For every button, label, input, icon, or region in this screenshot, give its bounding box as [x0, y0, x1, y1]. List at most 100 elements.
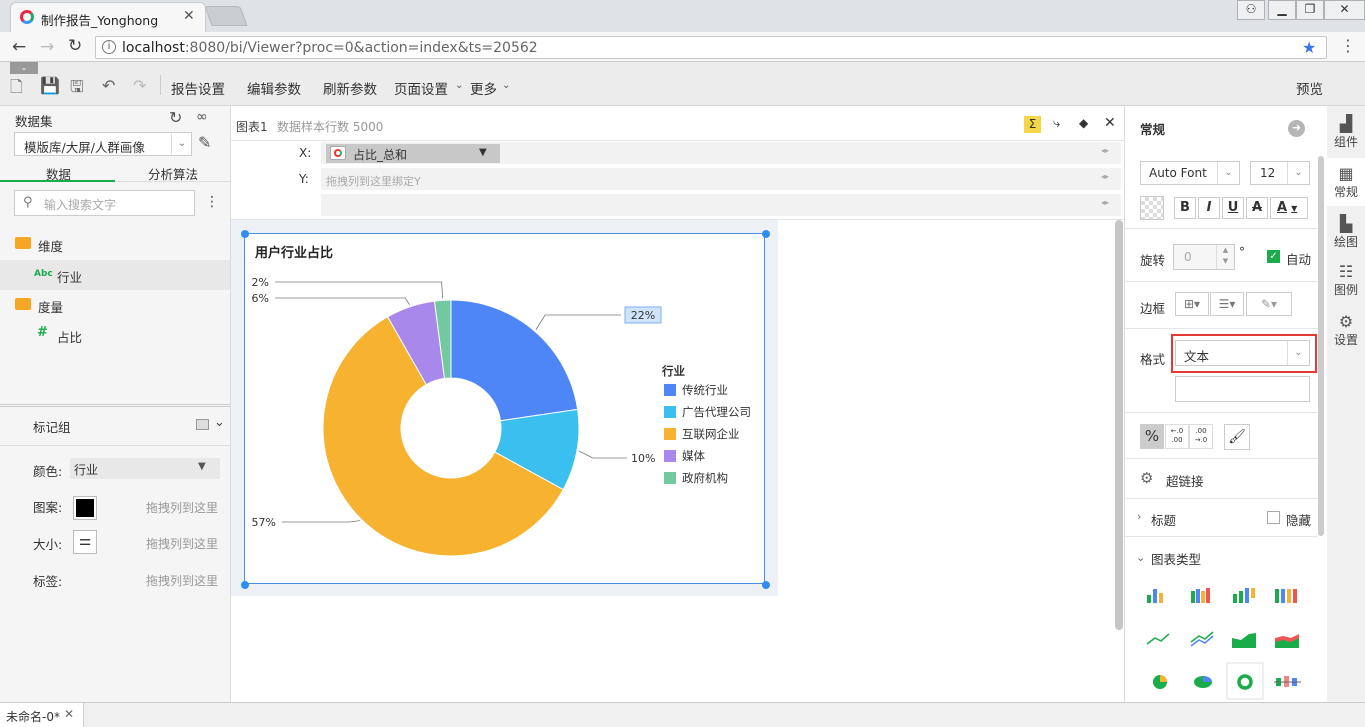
resize-handle[interactable] [241, 581, 249, 589]
percent-button[interactable]: % [1140, 424, 1164, 449]
back-icon[interactable]: ← [12, 37, 26, 57]
tab-general[interactable]: ▦ 常规 [1327, 158, 1365, 206]
browser-tab[interactable]: 制作报告_Yonghong ✕ [10, 2, 206, 32]
edit-icon[interactable]: ✎ [198, 133, 211, 152]
hide-checkbox[interactable] [1267, 511, 1280, 524]
collapse-toolbar-icon[interactable]: ⌄ [10, 62, 38, 74]
stacked-column-chart-type[interactable] [1233, 588, 1255, 603]
scroll-arrows-icon[interactable]: ◂▸ [1101, 146, 1109, 155]
refresh-icon[interactable]: ↻ [169, 108, 182, 127]
dimension-folder[interactable]: 维度 [38, 236, 63, 255]
donut-chart[interactable]: 22% 10% 57% 6% 2% 用户行业占比行业传统行业广告代理公司互联网企业媒体政府… [241, 230, 770, 589]
tag-drop-hint[interactable]: 拖拽列到这里 [146, 572, 218, 589]
border-color-button[interactable]: ✎▾ [1246, 292, 1292, 316]
collapse-panel-icon[interactable]: ➜ [1288, 120, 1305, 137]
scroll-arrows-icon[interactable]: ◂▸ [1101, 172, 1109, 181]
splitter[interactable] [0, 404, 230, 407]
swap-axes-icon[interactable]: ⤷ [1053, 116, 1060, 131]
transparent-bg-icon[interactable] [1140, 196, 1164, 220]
resize-handle[interactable] [762, 230, 770, 238]
font-family-select[interactable]: Auto Font ⌄ [1140, 161, 1240, 185]
edit-params-button[interactable]: 编辑参数 [247, 78, 301, 98]
increase-decimal-button[interactable]: .00 →.0 [1189, 424, 1213, 449]
close-icon[interactable]: ✕ [64, 707, 74, 721]
dimension-item-industry[interactable]: Abc 行业 [0, 260, 230, 290]
shape-drop-hint[interactable]: 拖拽列到这里 [146, 499, 218, 516]
preview-button[interactable]: 预览 [1296, 78, 1323, 98]
marks-settings-icon[interactable] [196, 419, 209, 430]
x-binding-field[interactable]: 占比_总和 ▼ [326, 144, 500, 163]
chart-container[interactable]: 22% 10% 57% 6% 2% 用户行业占比 行业 传统行业 广告代理公司 互联网企业 媒体 政府… [231, 220, 778, 596]
grouped-column-chart-type[interactable] [1191, 588, 1210, 603]
x-binding-row[interactable]: 占比_总和 ▼ ◂▸ [321, 142, 1121, 164]
info-icon[interactable]: i [102, 40, 116, 54]
report-settings-button[interactable]: 报告设置 [171, 78, 225, 98]
close-icon[interactable]: ✕ [183, 8, 195, 24]
strikethrough-button[interactable]: A [1246, 197, 1268, 219]
reload-icon[interactable]: ↻ [68, 36, 82, 56]
dataset-select[interactable]: 模版库/大屏/人群画像 ⌄ [14, 132, 192, 156]
tab-components[interactable]: ▟ 组件 [1327, 108, 1365, 156]
save-icon[interactable]: 💾 [40, 76, 60, 95]
donut-slice[interactable] [450, 299, 579, 422]
sum-icon[interactable]: Σ [1024, 116, 1041, 133]
stacked-area-chart-type[interactable] [1275, 634, 1299, 648]
search-input[interactable]: ⚲ 输入搜索文字 [14, 190, 195, 216]
font-size-select[interactable]: 12 ⌄ [1250, 161, 1310, 185]
save-as-icon[interactable]: 🖫 [70, 76, 84, 103]
link-icon[interactable]: ∞ [196, 109, 208, 125]
report-tab[interactable]: 未命名-0* ✕ [0, 703, 84, 727]
legend-item[interactable]: 政府机构 [682, 471, 728, 485]
restore-button[interactable]: ❐ [1296, 0, 1324, 20]
bold-button[interactable]: B [1174, 197, 1196, 219]
browser-menu-icon[interactable]: ⋮ [1340, 36, 1356, 55]
font-color-button[interactable]: A ▼ [1270, 197, 1308, 219]
legend-item[interactable]: 互联网企业 [682, 427, 740, 441]
chart-type-label[interactable]: 图表类型 [1151, 549, 1201, 568]
panel-scrollbar[interactable] [1318, 156, 1324, 536]
size-drop-hint[interactable]: 拖拽列到这里 [146, 535, 218, 552]
stacked-percent-column-chart-type[interactable] [1275, 589, 1297, 603]
underline-button[interactable]: U [1222, 197, 1244, 219]
size-slider-icon[interactable]: ⚌ [73, 530, 97, 554]
chevron-right-icon[interactable]: › [1137, 510, 1141, 523]
tab-drawing[interactable]: ▙ 绘图 [1327, 208, 1365, 256]
new-report-icon[interactable]: 🗋 [10, 76, 23, 103]
eraser-icon[interactable]: ◆ [1079, 116, 1088, 130]
extra-binding-row[interactable]: ◂▸ [321, 194, 1121, 216]
shape-swatch[interactable] [73, 496, 97, 520]
format-pattern-input[interactable] [1175, 376, 1310, 402]
forward-icon[interactable]: → [40, 37, 54, 57]
user-icon[interactable]: ⚇ [1237, 0, 1265, 20]
resize-handle[interactable] [241, 230, 249, 238]
rotate-stepper[interactable]: 0 ▲ ▼ [1173, 244, 1235, 270]
border-line-button[interactable]: ☰▾ [1210, 292, 1244, 316]
scroll-arrows-icon[interactable]: ◂▸ [1101, 198, 1109, 207]
chevron-down-icon[interactable]: ⌄ [214, 415, 225, 430]
pie-chart-type[interactable] [1153, 675, 1167, 689]
list-menu-icon[interactable]: ⋮ [205, 194, 219, 210]
boxplot-chart-type[interactable] [1274, 676, 1301, 687]
undo-icon[interactable]: ↶ [102, 76, 115, 95]
border-style-button[interactable]: ⊞▾ [1175, 292, 1209, 316]
minimize-button[interactable]: ▁ [1268, 0, 1296, 20]
format-select[interactable]: 文本 ⌄ [1175, 340, 1310, 366]
resize-handle[interactable] [762, 581, 770, 589]
format-painter-icon[interactable]: 🖌 [1224, 424, 1250, 450]
new-tab-button[interactable] [204, 6, 248, 26]
hyperlink-section[interactable]: ⚙ 超链接 [1125, 459, 1318, 499]
refresh-params-button[interactable]: 刷新参数 [323, 78, 377, 98]
tab-legend[interactable]: ☷ 图例 [1327, 256, 1365, 304]
measure-item-ratio[interactable]: 占比 [57, 327, 82, 346]
color-binding-select[interactable]: 行业 ▼ [70, 458, 220, 479]
column-chart-type[interactable] [1147, 589, 1163, 603]
measure-folder[interactable]: 度量 [38, 297, 63, 316]
vertical-scrollbar[interactable] [1115, 220, 1123, 630]
tab-settings[interactable]: ⚙ 设置 [1327, 306, 1365, 354]
area-chart-type[interactable] [1232, 633, 1256, 648]
title-label[interactable]: 标题 [1151, 510, 1176, 529]
url-input[interactable]: i localhost:8080/bi/Viewer?proc=0&action… [95, 36, 1327, 59]
auto-checkbox[interactable]: ✓ [1267, 250, 1280, 263]
page-settings-menu[interactable]: 页面设置 [394, 78, 448, 98]
legend-item[interactable]: 媒体 [682, 449, 705, 463]
